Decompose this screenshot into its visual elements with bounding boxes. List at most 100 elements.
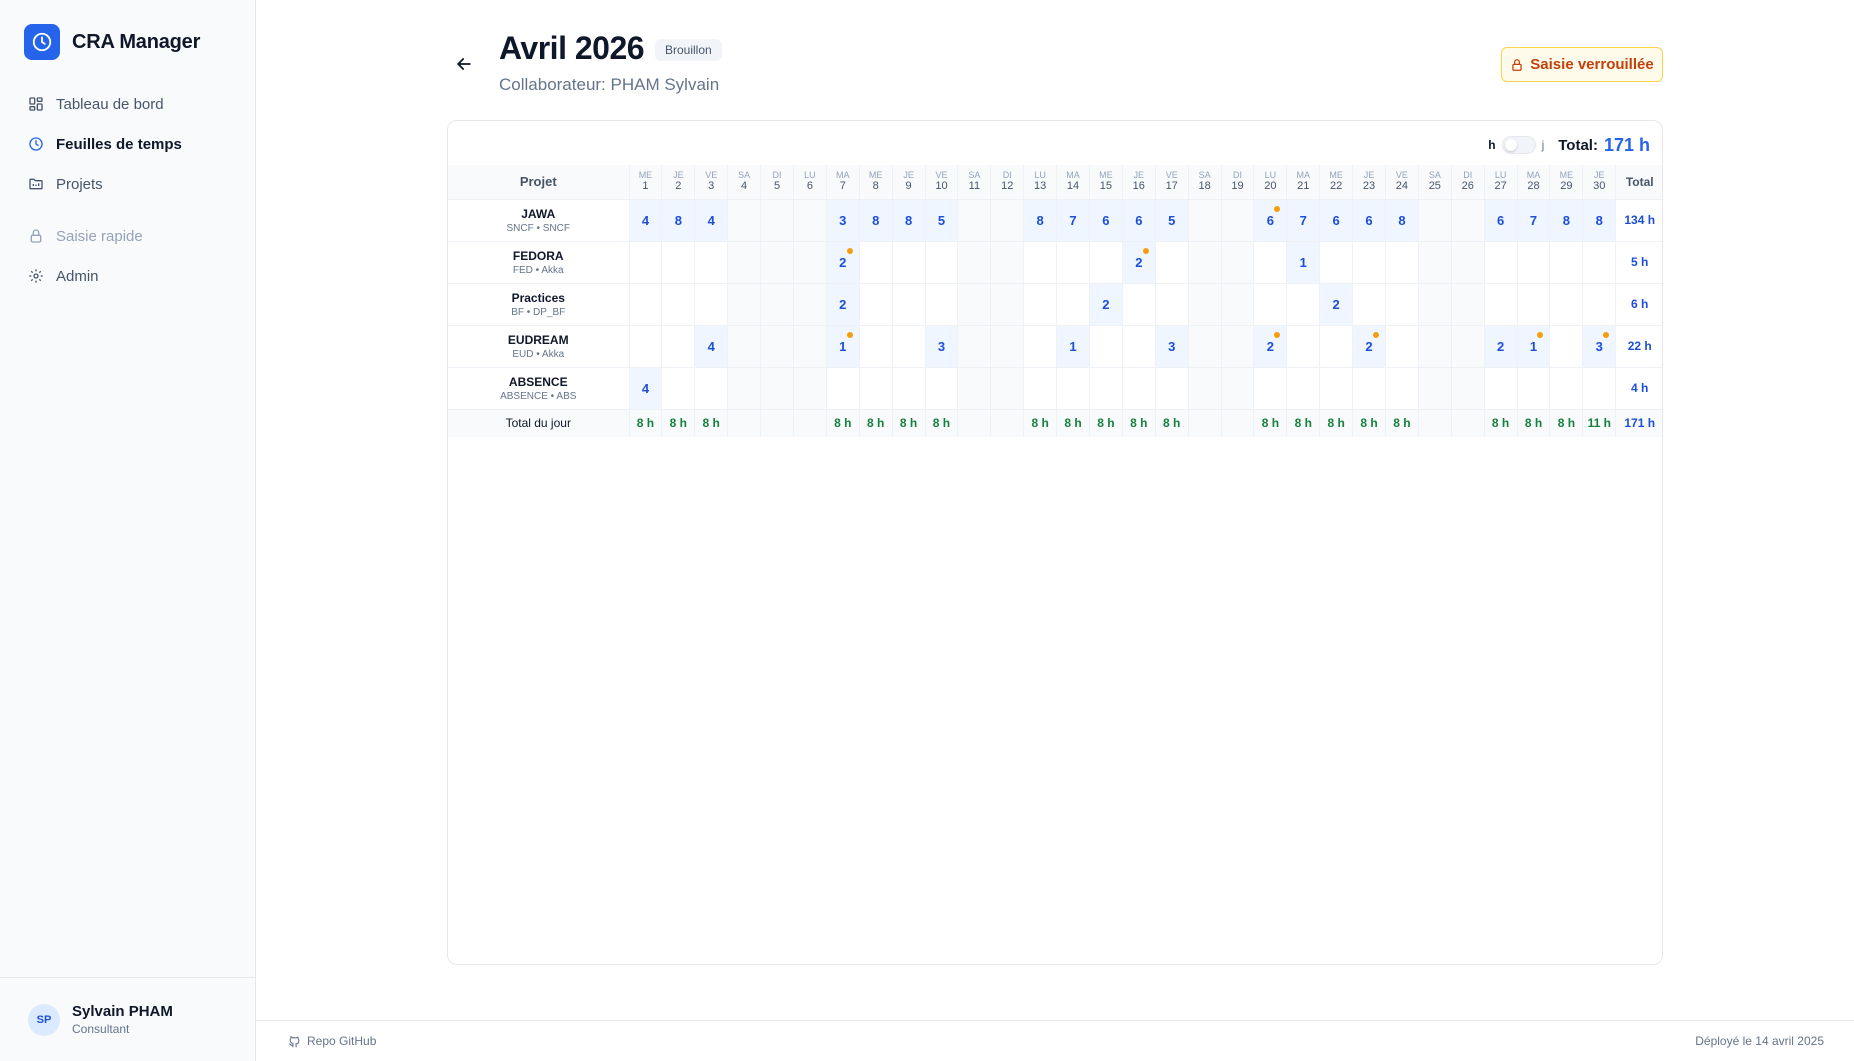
empty-entry-cell[interactable]	[925, 367, 959, 410]
empty-entry-cell[interactable]	[1319, 241, 1354, 284]
time-entry-cell[interactable]: 2	[1122, 241, 1156, 284]
empty-entry-cell[interactable]	[957, 241, 992, 284]
time-entry-cell[interactable]: 7	[1517, 199, 1551, 242]
empty-entry-cell[interactable]	[1155, 367, 1189, 410]
time-entry-cell[interactable]: 2	[1089, 283, 1123, 326]
nav-item-timesheets[interactable]: Feuilles de temps	[16, 126, 240, 162]
empty-entry-cell[interactable]	[1221, 283, 1255, 326]
empty-entry-cell[interactable]	[1418, 367, 1452, 410]
time-entry-cell[interactable]: 2	[1484, 325, 1518, 368]
time-entry-cell[interactable]: 7	[1286, 199, 1321, 242]
time-entry-cell[interactable]: 1	[1056, 325, 1090, 368]
empty-entry-cell[interactable]	[990, 199, 1025, 242]
time-entry-cell[interactable]: 1	[826, 325, 860, 368]
empty-entry-cell[interactable]	[1188, 367, 1222, 410]
empty-entry-cell[interactable]	[892, 367, 926, 410]
empty-entry-cell[interactable]	[892, 325, 926, 368]
empty-entry-cell[interactable]	[957, 199, 992, 242]
empty-entry-cell[interactable]	[727, 241, 762, 284]
empty-entry-cell[interactable]	[1023, 367, 1058, 410]
empty-entry-cell[interactable]	[760, 199, 794, 242]
empty-entry-cell[interactable]	[1089, 241, 1123, 284]
time-entry-cell[interactable]: 8	[1023, 199, 1058, 242]
empty-entry-cell[interactable]	[925, 283, 959, 326]
time-entry-cell[interactable]: 6	[1484, 199, 1518, 242]
empty-entry-cell[interactable]	[661, 241, 696, 284]
empty-entry-cell[interactable]	[859, 241, 893, 284]
empty-entry-cell[interactable]	[1286, 325, 1321, 368]
time-entry-cell[interactable]: 7	[1056, 199, 1090, 242]
empty-entry-cell[interactable]	[727, 283, 762, 326]
empty-entry-cell[interactable]	[859, 367, 893, 410]
nav-item-dashboard[interactable]: Tableau de bord	[16, 86, 240, 122]
time-entry-cell[interactable]: 5	[925, 199, 959, 242]
empty-entry-cell[interactable]	[1385, 367, 1419, 410]
time-entry-cell[interactable]: 8	[661, 199, 696, 242]
empty-entry-cell[interactable]	[661, 367, 696, 410]
empty-entry-cell[interactable]	[1484, 367, 1518, 410]
empty-entry-cell[interactable]	[1253, 283, 1288, 326]
time-entry-cell[interactable]: 3	[826, 199, 860, 242]
empty-entry-cell[interactable]	[892, 241, 926, 284]
empty-entry-cell[interactable]	[859, 283, 893, 326]
brand[interactable]: CRA Manager	[24, 24, 200, 60]
empty-entry-cell[interactable]	[990, 283, 1025, 326]
empty-entry-cell[interactable]	[1155, 283, 1189, 326]
time-entry-cell[interactable]: 8	[859, 199, 893, 242]
empty-entry-cell[interactable]	[1582, 367, 1617, 410]
empty-entry-cell[interactable]	[859, 325, 893, 368]
empty-entry-cell[interactable]	[793, 367, 827, 410]
empty-entry-cell[interactable]	[629, 241, 663, 284]
time-entry-cell[interactable]: 8	[892, 199, 926, 242]
time-entry-cell[interactable]: 8	[1385, 199, 1419, 242]
empty-entry-cell[interactable]	[1188, 283, 1222, 326]
empty-entry-cell[interactable]	[1549, 325, 1584, 368]
time-entry-cell[interactable]: 3	[1582, 325, 1617, 368]
empty-entry-cell[interactable]	[1418, 241, 1452, 284]
empty-entry-cell[interactable]	[1319, 325, 1354, 368]
empty-entry-cell[interactable]	[990, 367, 1025, 410]
empty-entry-cell[interactable]	[1385, 241, 1419, 284]
time-entry-cell[interactable]: 2	[1319, 283, 1354, 326]
empty-entry-cell[interactable]	[826, 367, 860, 410]
empty-entry-cell[interactable]	[793, 241, 827, 284]
time-entry-cell[interactable]: 2	[826, 241, 860, 284]
empty-entry-cell[interactable]	[1352, 367, 1386, 410]
empty-entry-cell[interactable]	[727, 325, 762, 368]
empty-entry-cell[interactable]	[661, 283, 696, 326]
empty-entry-cell[interactable]	[1286, 283, 1321, 326]
empty-entry-cell[interactable]	[925, 241, 959, 284]
time-entry-cell[interactable]: 2	[1253, 325, 1288, 368]
time-entry-cell[interactable]: 4	[629, 199, 663, 242]
empty-entry-cell[interactable]	[760, 283, 794, 326]
empty-entry-cell[interactable]	[1352, 241, 1386, 284]
empty-entry-cell[interactable]	[760, 241, 794, 284]
empty-entry-cell[interactable]	[1122, 367, 1156, 410]
empty-entry-cell[interactable]	[1582, 283, 1617, 326]
time-entry-cell[interactable]: 6	[1253, 199, 1288, 242]
time-entry-cell[interactable]: 6	[1122, 199, 1156, 242]
empty-entry-cell[interactable]	[1023, 241, 1058, 284]
empty-entry-cell[interactable]	[892, 283, 926, 326]
empty-entry-cell[interactable]	[1517, 367, 1551, 410]
empty-entry-cell[interactable]	[1122, 325, 1156, 368]
empty-entry-cell[interactable]	[990, 325, 1025, 368]
user-profile[interactable]: SP Sylvain PHAM Consultant	[0, 977, 255, 1061]
empty-entry-cell[interactable]	[1484, 283, 1518, 326]
time-entry-cell[interactable]: 3	[925, 325, 959, 368]
repo-link[interactable]: Repo GitHub	[288, 1034, 376, 1048]
empty-entry-cell[interactable]	[957, 325, 992, 368]
empty-entry-cell[interactable]	[1221, 241, 1255, 284]
time-entry-cell[interactable]: 5	[1155, 199, 1189, 242]
empty-entry-cell[interactable]	[694, 241, 729, 284]
empty-entry-cell[interactable]	[1023, 325, 1058, 368]
time-entry-cell[interactable]: 8	[1549, 199, 1584, 242]
time-entry-cell[interactable]: 1	[1517, 325, 1551, 368]
empty-entry-cell[interactable]	[1352, 283, 1386, 326]
empty-entry-cell[interactable]	[990, 241, 1025, 284]
empty-entry-cell[interactable]	[1089, 367, 1123, 410]
empty-entry-cell[interactable]	[1188, 241, 1222, 284]
time-entry-cell[interactable]: 4	[694, 325, 729, 368]
empty-entry-cell[interactable]	[1549, 241, 1584, 284]
time-entry-cell[interactable]: 4	[629, 367, 663, 410]
